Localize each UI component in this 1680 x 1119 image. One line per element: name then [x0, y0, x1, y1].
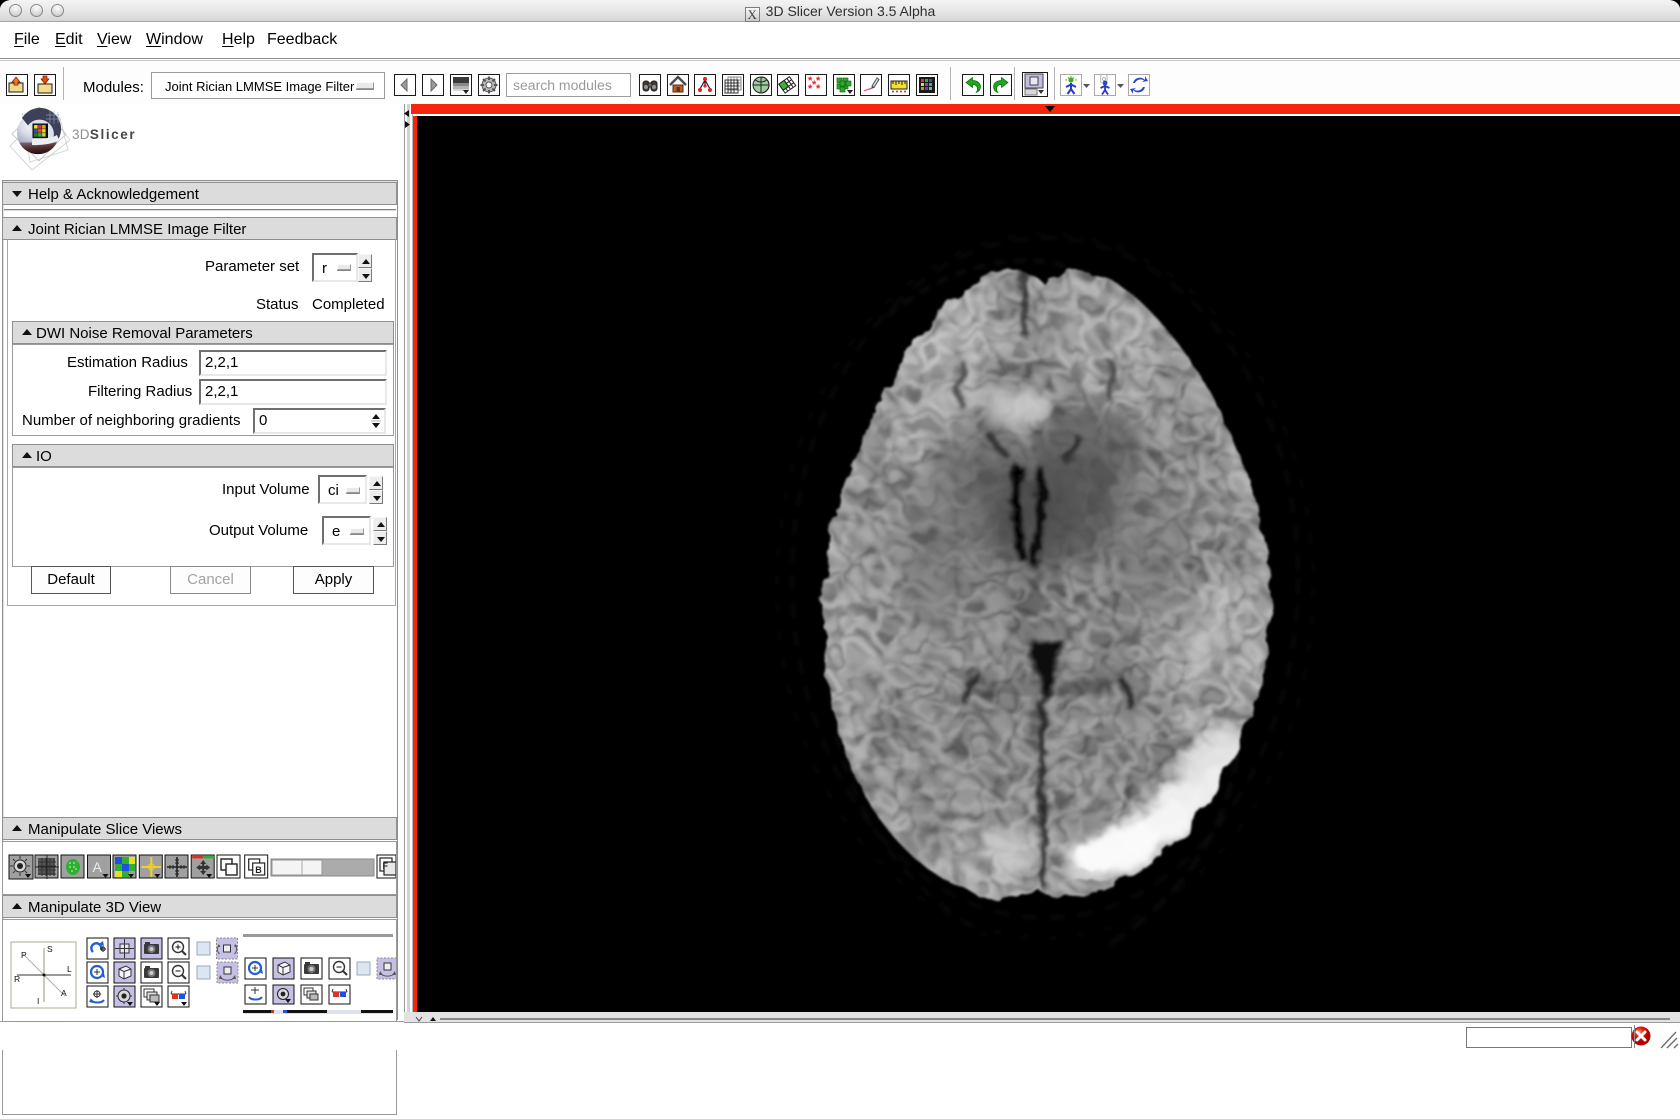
svg-text:F: F — [383, 861, 389, 871]
svg-text:A: A — [61, 988, 67, 998]
svg-text:*: * — [812, 79, 817, 91]
svg-text:I: I — [37, 996, 39, 1006]
svg-text:L: L — [67, 964, 72, 974]
svg-text:S: S — [47, 944, 53, 954]
svg-text:*: * — [816, 83, 821, 95]
svg-text:B: B — [255, 865, 262, 875]
svg-text:R: R — [14, 974, 20, 984]
svg-text:A: A — [93, 859, 103, 875]
svg-text:P: P — [21, 950, 27, 960]
